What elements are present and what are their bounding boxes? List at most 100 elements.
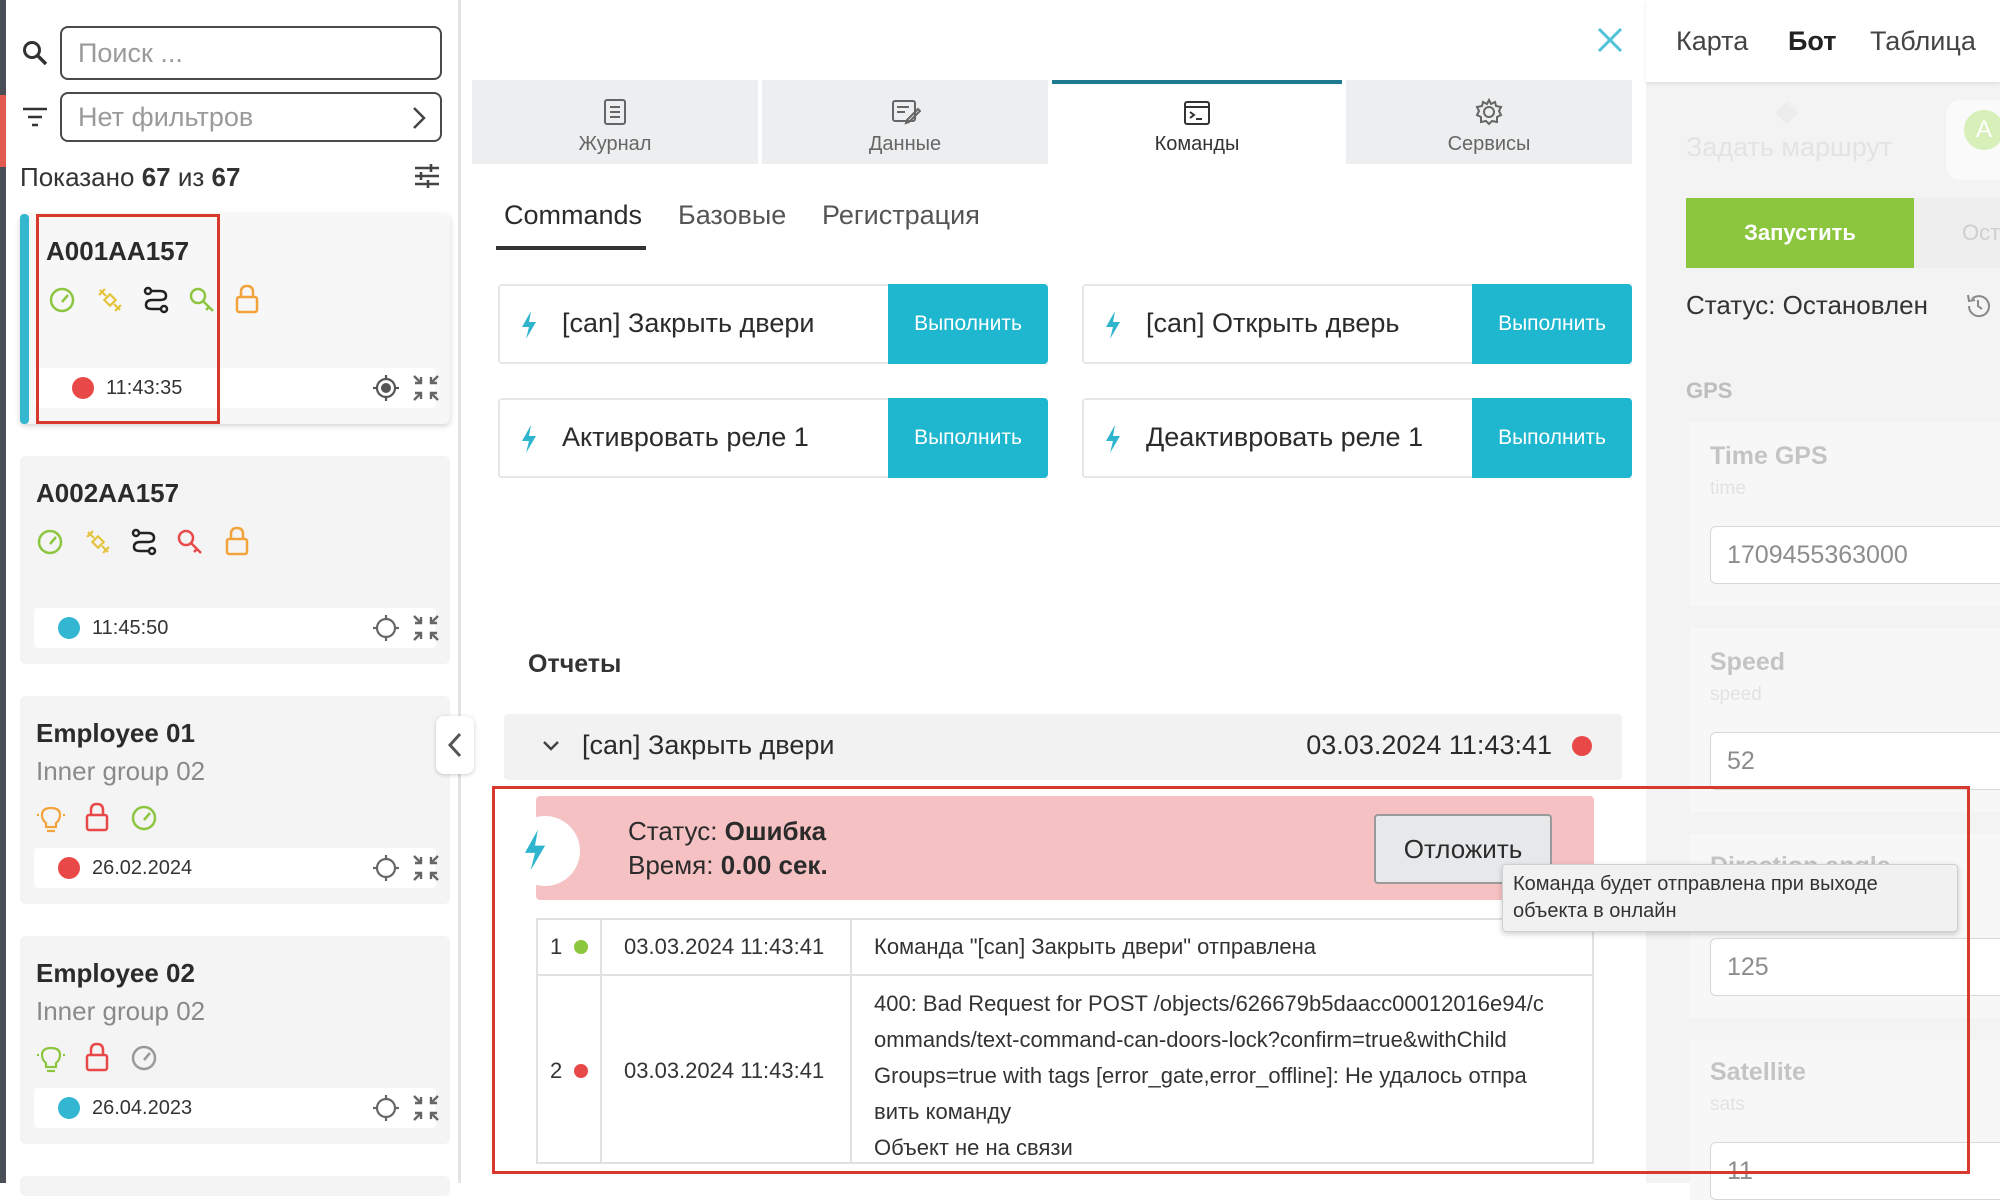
panel-divider — [458, 0, 461, 1183]
lightbulb-icon — [36, 804, 66, 834]
speedometer-icon — [130, 804, 158, 832]
command-card: [can] Закрыть двери Выполнить — [498, 284, 1048, 364]
tab-services[interactable]: Сервисы — [1346, 80, 1632, 164]
subtab-underline — [496, 246, 646, 250]
field-value-input[interactable]: 1709455363000 — [1710, 526, 2000, 584]
key-icon — [176, 528, 204, 556]
route-icon — [130, 528, 158, 556]
lightning-icon — [1104, 310, 1122, 340]
command-name: Активровать реле 1 — [562, 422, 809, 452]
field-value-input[interactable]: 52 — [1710, 732, 2000, 790]
satellite-icon — [84, 528, 112, 556]
lightning-icon — [1104, 424, 1122, 454]
field-key: time — [1710, 478, 1746, 499]
route-diamond-icon — [1772, 98, 1802, 128]
speedometer-icon — [130, 1044, 158, 1072]
right-tabs-bar: Карта Бот Таблица — [1646, 0, 2000, 82]
execute-button[interactable]: Выполнить — [1472, 398, 1632, 478]
close-icon[interactable] — [1596, 26, 1624, 54]
command-card: Деактивровать реле 1 Выполнить — [1082, 398, 1632, 478]
search-input[interactable]: Поиск ... — [60, 26, 442, 80]
terminal-icon — [1183, 100, 1211, 126]
object-footer: 26.04.2023 — [34, 1088, 439, 1128]
lock-icon — [224, 526, 250, 556]
gps-section-title: GPS — [1686, 378, 1733, 403]
tab-journal[interactable]: Журнал — [472, 80, 758, 164]
object-footer: 26.02.2024 — [34, 848, 439, 888]
left-edge-bar — [0, 0, 6, 1183]
object-title: Employee 02 — [36, 958, 195, 988]
settings-sliders-icon[interactable] — [414, 164, 440, 188]
collapse-icon[interactable] — [412, 374, 440, 402]
history-icon[interactable] — [1964, 292, 1992, 320]
status-dot — [58, 1097, 80, 1119]
lightbulb-icon — [36, 1044, 66, 1074]
object-card[interactable]: Employee 02 Inner group 02 26.04.2023 — [20, 936, 450, 1144]
collapse-icon[interactable] — [412, 1094, 440, 1122]
start-button[interactable]: Запустить — [1686, 198, 1914, 268]
locate-icon[interactable] — [372, 374, 400, 402]
field-label: Time GPS — [1710, 442, 1828, 470]
execute-button[interactable]: Выполнить — [888, 284, 1048, 364]
gear-icon — [1475, 98, 1503, 126]
object-card[interactable]: Employee 01 Inner group 02 26.02.2024 — [20, 696, 450, 904]
subtab-commands[interactable]: Commands — [504, 200, 642, 231]
lock-icon — [84, 1042, 110, 1072]
bot-status: Статус: Остановлен — [1686, 290, 1928, 320]
postpone-tooltip: Команда будет отправлена при выходе объе… — [1502, 864, 1958, 932]
stop-button[interactable]: Ост — [1914, 198, 2000, 268]
chevron-left-icon — [448, 732, 462, 758]
object-time: 26.02.2024 — [92, 857, 193, 879]
status-dot — [58, 617, 80, 639]
speedometer-icon — [36, 528, 64, 556]
locate-icon[interactable] — [372, 854, 400, 882]
object-time: 11:45:50 — [92, 617, 169, 639]
field-label: Speed — [1710, 648, 1786, 676]
execute-button[interactable]: Выполнить — [888, 398, 1048, 478]
filter-icon[interactable] — [22, 106, 48, 128]
tab-table[interactable]: Таблица — [1870, 26, 1976, 57]
tab-map[interactable]: Карта — [1676, 26, 1748, 57]
tab-data[interactable]: Данные — [762, 80, 1048, 164]
chevron-down-icon — [542, 740, 560, 752]
locate-icon[interactable] — [372, 1094, 400, 1122]
highlight-box — [492, 786, 1970, 1174]
command-card: Активровать реле 1 Выполнить — [498, 398, 1048, 478]
shown-count: Показано 67 из 67 — [20, 162, 241, 192]
reports-title: Отчеты — [528, 650, 622, 678]
filter-field[interactable]: Нет фильтров — [60, 92, 442, 142]
collapse-icon[interactable] — [412, 614, 440, 642]
search-icon[interactable] — [22, 40, 48, 66]
status-dot — [58, 857, 80, 879]
object-card[interactable] — [20, 1176, 450, 1196]
report-name: [can] Закрыть двери — [582, 730, 835, 760]
command-card: [can] Открыть дверь Выполнить — [1082, 284, 1632, 364]
highlight-box — [36, 214, 220, 424]
object-time: 26.04.2023 — [92, 1097, 193, 1119]
locate-icon[interactable] — [372, 614, 400, 642]
data-icon — [891, 98, 921, 126]
tab-commands[interactable]: Команды — [1052, 80, 1342, 164]
lightning-icon — [520, 310, 538, 340]
chevron-right-icon — [412, 106, 426, 130]
object-title: A002AA157 — [36, 478, 180, 508]
objects-panel: Поиск ... Нет фильтров Показано 67 из 67… — [0, 0, 458, 1196]
command-name: [can] Открыть дверь — [1146, 308, 1400, 338]
report-datetime: 03.03.2024 11:43:41 — [1306, 730, 1552, 760]
tab-bot[interactable]: Бот — [1788, 26, 1836, 57]
subtab-basic[interactable]: Базовые — [678, 200, 786, 231]
lock-icon — [234, 284, 260, 314]
lock-icon — [84, 802, 110, 832]
collapse-panel-button[interactable] — [436, 716, 474, 774]
object-group: Inner group 02 — [36, 756, 206, 786]
object-card[interactable]: A002AA157 11:45:50 — [20, 456, 450, 664]
journal-icon — [601, 98, 629, 126]
command-name: [can] Закрыть двери — [562, 308, 815, 338]
set-route-button[interactable]: Задать маршрут — [1686, 132, 1892, 163]
object-title: Employee 01 — [36, 718, 195, 748]
subtab-registration[interactable]: Регистрация — [822, 200, 980, 231]
execute-button[interactable]: Выполнить — [1472, 284, 1632, 364]
collapse-icon[interactable] — [412, 854, 440, 882]
report-status-dot — [1572, 736, 1592, 756]
report-header[interactable]: [can] Закрыть двери 03.03.2024 11:43:41 — [504, 714, 1622, 780]
